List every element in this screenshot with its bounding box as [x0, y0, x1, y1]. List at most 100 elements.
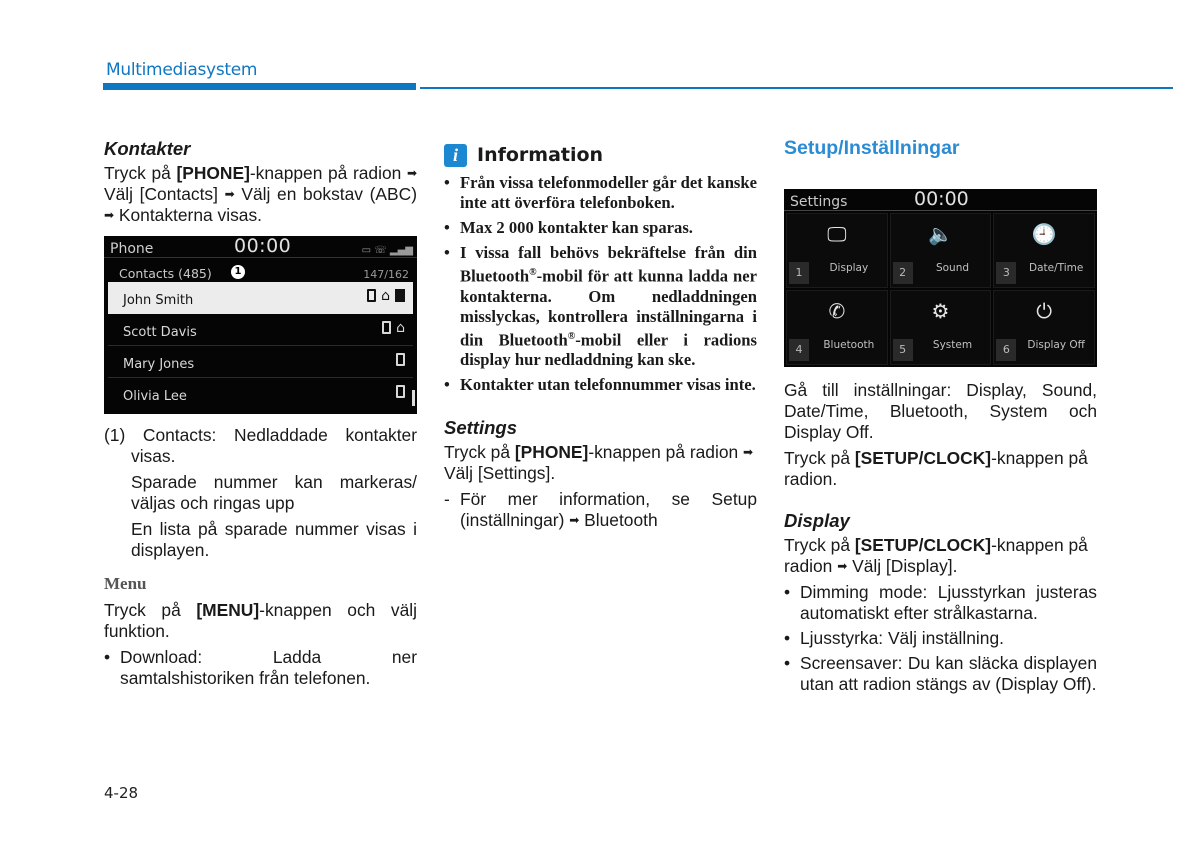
column-information: i Information Från vissa telefonmodeller… — [444, 144, 757, 531]
column-setup: Setup/Inställningar Settings 00:00 🖵 1 D… — [784, 138, 1097, 699]
display-bullet: Dimming mode: Ljusstyrkan justeras autom… — [784, 582, 1097, 624]
contacts-count-label: Contacts (485) — [119, 266, 212, 281]
settings-time: 00:00 — [914, 188, 969, 210]
item-number: 6 — [996, 339, 1017, 361]
setup-heading: Setup/Inställningar — [784, 137, 960, 159]
contact-row[interactable]: Scott Davis ⌂ — [108, 314, 413, 346]
item-label: System — [932, 339, 973, 351]
mobile-icon — [367, 289, 377, 302]
text: Tryck på — [784, 448, 855, 468]
phone-time: 00:00 — [234, 235, 292, 257]
item-label: Bluetooth — [823, 339, 875, 351]
bluetooth-phone-icon: ✆ — [828, 299, 846, 323]
contact-name: Mary Jones — [123, 357, 195, 372]
callout-badge: 1 — [231, 265, 245, 279]
scrollbar[interactable] — [412, 390, 415, 406]
contacts-heading: Kontakter — [104, 138, 191, 159]
header-rule-thin — [420, 87, 1173, 89]
settings-note: För mer information, se Setup (inställni… — [444, 489, 757, 531]
arrow-icon: ➡ — [406, 166, 417, 180]
home-icon: ⌂ — [396, 320, 405, 336]
info-bullet: Från vissa telefonmodeller går det kansk… — [444, 173, 757, 213]
settings-title: Settings — [790, 194, 848, 210]
text: Kontakterna visas. — [118, 205, 262, 225]
settings-screen-image: Settings 00:00 🖵 1 Display 🔈 2 Sound 🕘 3… — [784, 189, 1097, 367]
settings-item-datetime[interactable]: 🕘 3 Date/Time — [993, 213, 1095, 288]
item-number: 5 — [892, 339, 913, 361]
text: Bluetooth — [584, 510, 658, 531]
information-list: Från vissa telefonmodeller går det kansk… — [444, 173, 757, 395]
display-icon: 🖵 — [827, 222, 847, 246]
setup-intro: Tryck på [SETUP/CLOCK]-knappen på radion… — [784, 448, 1097, 490]
text: Tryck på — [104, 163, 177, 183]
contacts-intro: Tryck på [PHONE]-knappen på radion ➡ Väl… — [104, 163, 417, 226]
mobile-icon — [396, 353, 405, 366]
display-bullet: Ljusstyrka: Välj inställning. — [784, 628, 1097, 649]
arrow-icon: ➡ — [224, 187, 235, 201]
contact-row[interactable]: John Smith ⌂ — [108, 282, 413, 314]
settings-status-bar: Settings 00:00 — [784, 189, 1097, 211]
page-number: 4-28 — [104, 784, 139, 802]
gear-icon: ⚙ — [931, 299, 950, 323]
settings-item-system[interactable]: ⚙ 5 System — [889, 290, 992, 365]
arrow-icon: ➡ — [837, 559, 848, 573]
contacts-subheader: Contacts (485) 1 147/162 — [104, 258, 417, 282]
menu-bullet: Download: Ladda ner samtalshistoriken fr… — [104, 647, 417, 689]
settings-item-display[interactable]: 🖵 1 Display — [786, 213, 888, 288]
battery-icon: ▭ — [361, 245, 372, 256]
item-number: 2 — [892, 262, 913, 284]
settings-heading: Settings — [444, 417, 517, 439]
phone-key-label: [PHONE] — [514, 442, 589, 463]
mobile-icon — [396, 385, 405, 398]
arrow-icon: ➡ — [104, 208, 115, 222]
display-bullet: Screensaver: Du kan släcka displayen uta… — [784, 653, 1097, 695]
signal-icon: ▂▄▆ — [389, 245, 413, 256]
text: Tryck på — [444, 442, 515, 463]
goto-settings-text: Gå till inställningar: Display, Sound, D… — [784, 380, 1097, 442]
text: Välj [Contacts] — [104, 184, 218, 204]
text: -knappen på radion — [588, 442, 739, 463]
speaker-icon: 🔈 — [928, 222, 953, 246]
clock-icon: 🕘 — [1031, 222, 1057, 246]
contact-name: Olivia Lee — [123, 389, 187, 404]
info-icon: i — [444, 144, 467, 167]
mobile-icon — [382, 321, 392, 334]
text: Tryck på — [104, 600, 197, 620]
contact-name: Scott Davis — [123, 325, 197, 340]
info-bullet: Kontakter utan telefonnummer visas inte. — [444, 375, 757, 395]
item-label: Display — [829, 262, 869, 274]
text: -knappen på radion — [249, 163, 402, 183]
home-icon: ⌂ — [381, 288, 390, 304]
item-label: Sound — [935, 262, 970, 274]
settings-item-display-off[interactable]: ⏻ 6 Display Off — [993, 290, 1095, 365]
registered-mark: ® — [529, 267, 537, 278]
information-title: Information — [477, 144, 604, 166]
setup-key-label: [SETUP/CLOCK] — [854, 535, 992, 555]
settings-item-sound[interactable]: 🔈 2 Sound — [889, 213, 992, 288]
contact-name: John Smith — [123, 293, 194, 308]
header-rule-thick — [103, 83, 416, 90]
phone-status-bar: Phone 00:00 ▭ ☏ ▂▄▆ — [104, 236, 417, 258]
text: Tryck på — [784, 535, 855, 555]
item-number: 1 — [789, 262, 809, 284]
info-bullet: Max 2 000 kontakter kan sparas. — [444, 218, 757, 238]
item-label: Display Off — [1027, 339, 1085, 351]
settings-grid: 🖵 1 Display 🔈 2 Sound 🕘 3 Date/Time ✆ 4 … — [786, 213, 1095, 365]
item-number: 3 — [996, 262, 1017, 284]
power-display-icon: ⏻ — [1036, 299, 1053, 323]
office-icon — [395, 289, 405, 302]
item-number: 4 — [789, 339, 809, 361]
information-header: i Information — [444, 144, 757, 167]
note-1: (1) Contacts: Nedladdade kontakter visas… — [104, 425, 417, 466]
setup-key-label: [SETUP/CLOCK] — [854, 448, 992, 468]
contact-row[interactable]: Mary Jones — [108, 346, 413, 378]
contact-row[interactable]: Olivia Lee — [108, 378, 413, 410]
text: Välj [Settings]. — [444, 463, 556, 484]
info-bullet: I vissa fall behövs bekräftelse från din… — [444, 243, 757, 370]
menu-heading: Menu — [104, 574, 147, 593]
column-contacts: Kontakter Tryck på [PHONE]-knappen på ra… — [104, 138, 417, 693]
note-3: En lista på sparade nummer visas i displ… — [131, 519, 417, 560]
section-title: Multimediasystem — [106, 60, 258, 80]
phone-screen-image: Phone 00:00 ▭ ☏ ▂▄▆ Contacts (485) 1 147… — [104, 236, 417, 414]
settings-item-bluetooth[interactable]: ✆ 4 Bluetooth — [786, 290, 888, 365]
